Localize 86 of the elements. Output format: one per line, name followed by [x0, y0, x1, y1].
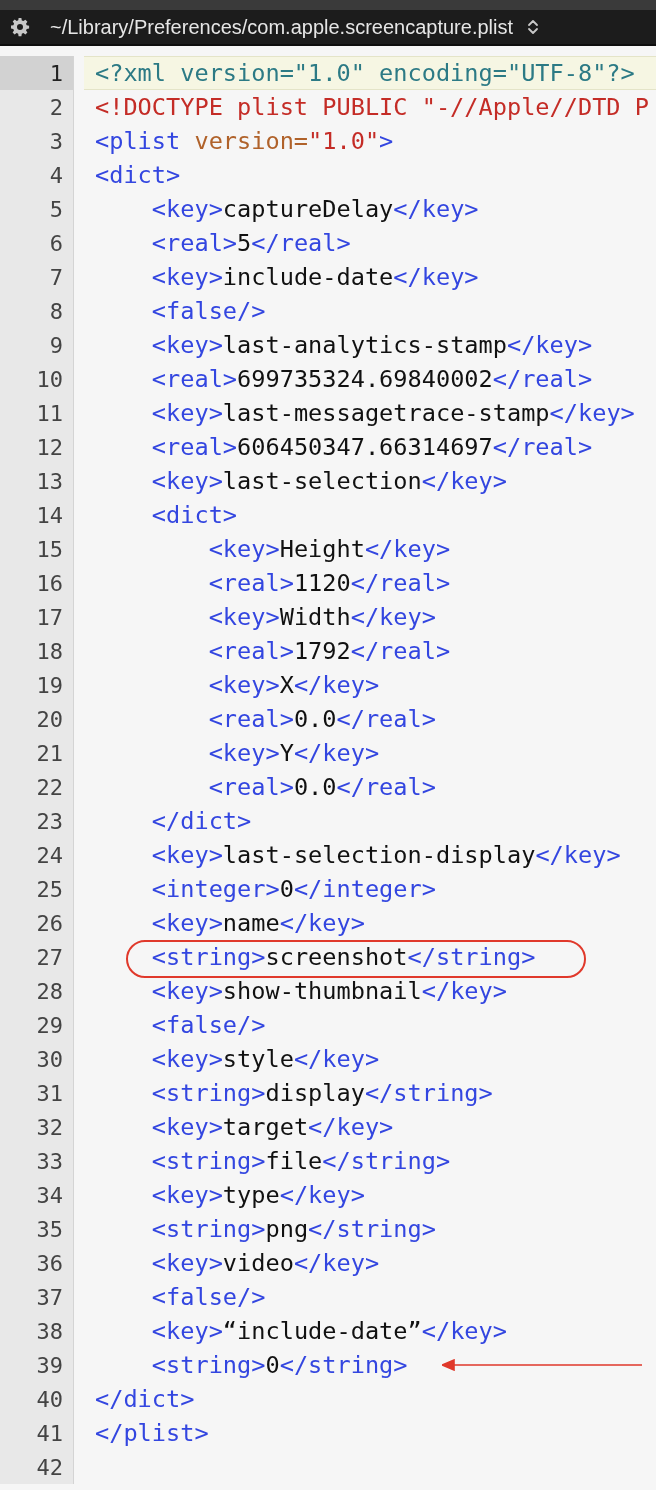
- line-number: 21: [0, 736, 74, 770]
- line-number: 15: [0, 532, 74, 566]
- code-line: <real>606450347.66314697</real>: [151, 433, 593, 461]
- code-line: <key>type</key>: [151, 1181, 365, 1209]
- line-number: 3: [0, 124, 74, 158]
- code-line: <dict>: [95, 161, 181, 189]
- code-line: <real>0.0</real>: [208, 705, 436, 733]
- code-line: </dict>: [151, 807, 252, 835]
- line-number: 41: [0, 1416, 74, 1450]
- code-line: <key>target</key>: [151, 1113, 394, 1141]
- line-number: 11: [0, 396, 74, 430]
- line-number: 35: [0, 1212, 74, 1246]
- file-path[interactable]: ~/Library/Preferences/com.apple.screencapture.plist: [50, 15, 513, 39]
- code-line: <false/>: [151, 1283, 266, 1311]
- line-number: 19: [0, 668, 74, 702]
- code-line: <string>screenshot</string>: [151, 943, 536, 971]
- line-number: 27: [0, 940, 74, 974]
- line-number: 2: [0, 90, 74, 124]
- line-number: 38: [0, 1314, 74, 1348]
- line-number: 10: [0, 362, 74, 396]
- code-line: <false/>: [151, 1011, 266, 1039]
- line-number: 22: [0, 770, 74, 804]
- code-line: <key>last-messagetrace-stamp</key>: [151, 399, 635, 427]
- code-line: <!DOCTYPE plist PUBLIC "-//Apple//DTD P: [95, 93, 649, 121]
- line-number: 1: [0, 56, 74, 90]
- code-line: <dict>: [151, 501, 238, 529]
- code-line: <key>style</key>: [151, 1045, 380, 1073]
- line-number: 20: [0, 702, 74, 736]
- code-line: <string>0</string>: [151, 1351, 408, 1379]
- line-number: 25: [0, 872, 74, 906]
- code-line: <key>captureDelay</key>: [151, 195, 479, 223]
- code-line: <string>display</string>: [151, 1079, 493, 1107]
- up-down-chevron-icon[interactable]: [527, 18, 539, 36]
- code-line: <key>Height</key>: [208, 535, 451, 563]
- line-number: 6: [0, 226, 74, 260]
- line-number: 42: [0, 1450, 74, 1484]
- code-line: <key>X</key>: [208, 671, 380, 699]
- code-line: <false/>: [151, 297, 266, 325]
- line-number: 28: [0, 974, 74, 1008]
- line-number: 18: [0, 634, 74, 668]
- line-number: 14: [0, 498, 74, 532]
- code-line: <key>last-selection-display</key>: [151, 841, 621, 869]
- code-line: <key>show-thumbnail</key>: [151, 977, 507, 1005]
- line-number: 31: [0, 1076, 74, 1110]
- line-number: 37: [0, 1280, 74, 1314]
- line-number: 39: [0, 1348, 74, 1382]
- code-line: <real>699735324.69840002</real>: [151, 365, 593, 393]
- code-line: <integer>0</integer>: [151, 875, 436, 903]
- code-line: <string>file</string>: [151, 1147, 451, 1175]
- line-number: 29: [0, 1008, 74, 1042]
- code-line: <plist version="1.0">: [95, 127, 394, 155]
- line-number: 17: [0, 600, 74, 634]
- code-line: <real>1120</real>: [208, 569, 451, 597]
- code-line: <?xml version="1.0" encoding="UTF-8"?>: [95, 59, 635, 87]
- line-number: 26: [0, 906, 74, 940]
- code-line: <key>include-date</key>: [151, 263, 479, 291]
- line-number: 13: [0, 464, 74, 498]
- line-number: 5: [0, 192, 74, 226]
- code-line: <key>last-selection</key>: [151, 467, 507, 495]
- code-line: <real>5</real>: [151, 229, 351, 257]
- line-number: 12: [0, 430, 74, 464]
- line-number: 23: [0, 804, 74, 838]
- line-number: 40: [0, 1382, 74, 1416]
- settings-icon[interactable]: [10, 17, 30, 37]
- line-number: 4: [0, 158, 74, 192]
- line-number: 32: [0, 1110, 74, 1144]
- line-number: 24: [0, 838, 74, 872]
- code-line: <string>png</string>: [151, 1215, 436, 1243]
- code-line: </plist>: [95, 1419, 209, 1447]
- line-number: 8: [0, 294, 74, 328]
- code-line: <key>Width</key>: [208, 603, 436, 631]
- line-number: 7: [0, 260, 74, 294]
- line-number: 30: [0, 1042, 74, 1076]
- line-number: 16: [0, 566, 74, 600]
- line-number: 36: [0, 1246, 74, 1280]
- line-number: 9: [0, 328, 74, 362]
- code-line: <key>Y</key>: [208, 739, 380, 767]
- code-line: <real>1792</real>: [208, 637, 451, 665]
- code-line: <key>last-analytics-stamp</key>: [151, 331, 593, 359]
- code-line: <real>0.0</real>: [208, 773, 436, 801]
- line-number: 33: [0, 1144, 74, 1178]
- line-number: 34: [0, 1178, 74, 1212]
- code-line: <key>“include-date”</key>: [151, 1317, 507, 1345]
- code-line: <key>video</key>: [151, 1249, 380, 1277]
- code-line: </dict>: [95, 1385, 195, 1413]
- code-line: <key>name</key>: [151, 909, 365, 937]
